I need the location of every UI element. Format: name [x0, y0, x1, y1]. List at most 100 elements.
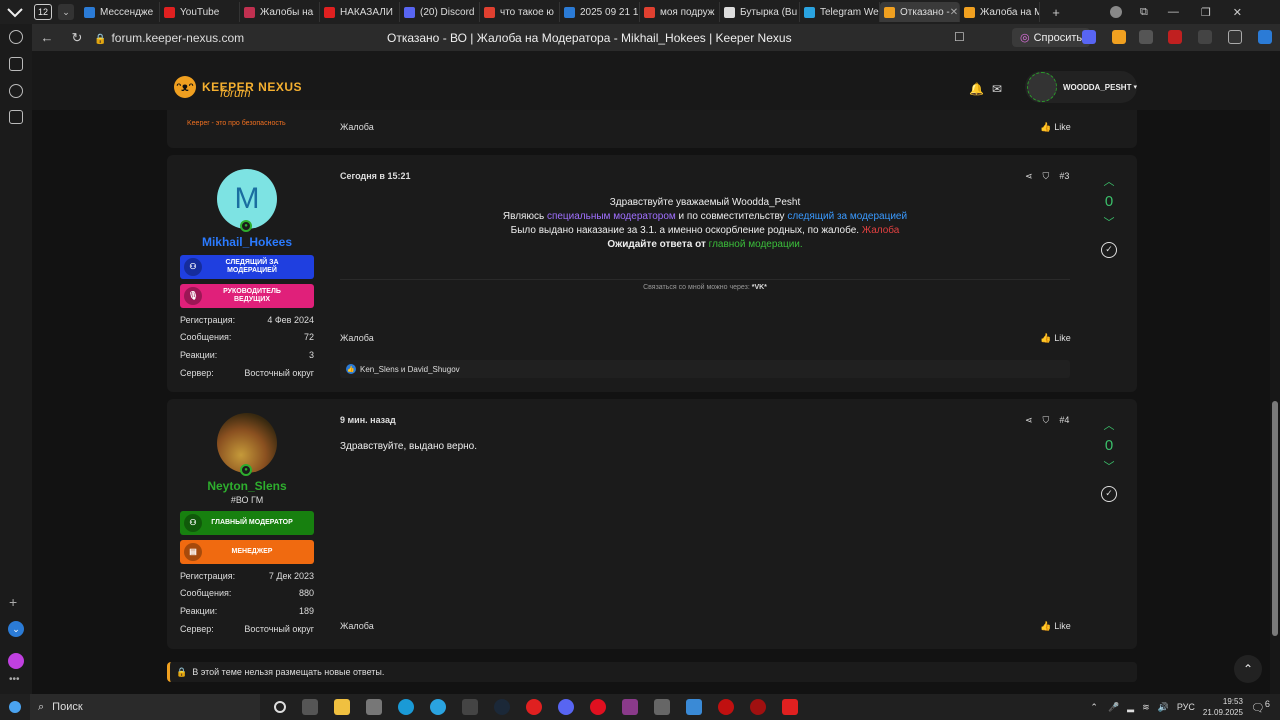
discord-icon[interactable] — [558, 699, 574, 715]
role-highlight: следящий за модерацией — [787, 211, 908, 222]
add-icon[interactable]: + — [9, 594, 17, 610]
post-date[interactable]: 9 мин. назад — [340, 415, 396, 425]
solution-check-icon[interactable]: ✓ — [1101, 242, 1117, 258]
browser-tab[interactable]: Жалобы на — [240, 2, 320, 22]
scroll-to-top-button[interactable]: ⌃ — [1234, 655, 1262, 683]
post-number[interactable]: #4 — [1059, 415, 1069, 426]
notification-icon[interactable]: 🗨6 — [1251, 699, 1270, 715]
tab-label: моя подруж — [660, 6, 715, 18]
downvote-icon[interactable]: ﹀ — [1097, 214, 1121, 230]
browser-menu-icon[interactable] — [0, 0, 30, 24]
extension-icon[interactable] — [1168, 30, 1182, 44]
yandex-browser-icon[interactable] — [782, 699, 798, 715]
browser-tab[interactable]: Telegram We — [800, 2, 880, 22]
url-field[interactable]: 🔒 forum.keeper-nexus.com — [94, 31, 244, 45]
page-scrollbar[interactable] — [1270, 51, 1280, 694]
chevron-down-icon[interactable]: ⌄ — [58, 4, 74, 20]
bookmark-icon[interactable]: ⛉ — [1043, 415, 1050, 426]
extension-icon[interactable] — [1139, 30, 1153, 44]
bookmark-icon[interactable]: ⛉ — [1043, 171, 1050, 182]
minimize-icon[interactable]: — — [1168, 6, 1179, 18]
bookmark-icon[interactable]: ☐ — [954, 30, 965, 44]
site-logo[interactable]: ᵔᴥᵔ KEEPER NEXUS forum — [174, 76, 302, 100]
complaint-link[interactable]: Жалоба — [862, 225, 899, 236]
browser-tab[interactable]: Жалоба на М — [960, 2, 1040, 22]
post-author[interactable]: Mikhail_Hokees — [180, 235, 314, 249]
browser-tab[interactable]: Мессендже — [80, 2, 160, 22]
user-menu[interactable]: WOODDA_PESHT ▾ — [1025, 71, 1137, 103]
yandex-icon[interactable] — [526, 699, 542, 715]
mail-icon[interactable] — [366, 699, 382, 715]
downvote-icon[interactable]: ﹀ — [1097, 458, 1121, 474]
new-tab-button[interactable]: + — [1046, 3, 1066, 21]
browser-tab[interactable]: Отказано - ✕ — [880, 2, 960, 22]
cortana-icon[interactable] — [274, 701, 286, 713]
edge-icon[interactable] — [398, 699, 414, 715]
volume-icon[interactable]: 🔊 — [1158, 702, 1169, 713]
more-icon[interactable]: ••• — [9, 674, 20, 685]
share-icon[interactable]: ⋖ — [1025, 171, 1033, 182]
scrollbar-thumb[interactable] — [1272, 401, 1278, 636]
browser-tab[interactable]: моя подруж — [640, 2, 720, 22]
task-view-icon[interactable] — [302, 699, 318, 715]
calculator-icon[interactable] — [654, 699, 670, 715]
language-indicator[interactable]: РУС — [1177, 702, 1195, 712]
reload-icon[interactable]: ↻ — [66, 30, 88, 46]
snip-icon[interactable] — [686, 699, 702, 715]
like-button[interactable]: 👍 Like — [1040, 621, 1071, 632]
stat-registration: Регистрация: 7 Дек 2023 — [180, 571, 314, 581]
taskbar-clock[interactable]: 19:53 21.09.2025 — [1203, 696, 1243, 718]
game-icon[interactable] — [718, 699, 734, 715]
post-date[interactable]: Сегодня в 15:21 — [340, 171, 410, 181]
folder-icon[interactable] — [334, 699, 350, 715]
ie-icon[interactable] — [430, 699, 446, 715]
game-icon[interactable] — [750, 699, 766, 715]
solution-check-icon[interactable]: ✓ — [1101, 486, 1117, 502]
discord-extension-icon[interactable] — [1082, 30, 1096, 44]
tab-counter-icon[interactable] — [9, 110, 23, 124]
close-icon[interactable]: ✕ — [1233, 6, 1242, 19]
windows-start-icon[interactable] — [0, 694, 30, 720]
browser-tab[interactable]: НАКАЗАЛИ — [320, 2, 400, 22]
like-button[interactable]: 👍 Like — [1040, 333, 1071, 344]
chevron-up-icon[interactable]: ⌃ — [1090, 702, 1098, 713]
winrar-icon[interactable] — [622, 699, 638, 715]
bell-icon[interactable]: 🔔 — [969, 82, 984, 96]
browser-tab[interactable]: (20) Discord — [400, 2, 480, 22]
upvote-icon[interactable]: ︿ — [1097, 417, 1121, 433]
opera-icon[interactable] — [590, 699, 606, 715]
history-icon[interactable] — [9, 84, 23, 98]
like-button[interactable]: 👍 Like — [1040, 122, 1071, 133]
network-icon[interactable]: ▂ — [1127, 702, 1134, 713]
ask-button[interactable]: ◎ Спросить — [1012, 28, 1091, 47]
alice-icon[interactable] — [8, 653, 24, 669]
share-icon[interactable]: ⋖ — [1025, 415, 1033, 426]
browser-tab[interactable]: что такое ю — [480, 2, 560, 22]
wifi-icon[interactable]: ≋ — [1142, 702, 1150, 713]
back-icon[interactable]: ← — [36, 30, 58, 45]
extension-icon[interactable] — [1258, 30, 1272, 44]
mail-icon[interactable]: ✉ — [992, 82, 1002, 96]
store-icon[interactable] — [462, 699, 478, 715]
tabs-icon[interactable]: ⧉ — [1140, 6, 1148, 19]
extension-icon[interactable] — [1198, 30, 1212, 44]
tab-close-icon[interactable]: ✕ — [950, 7, 958, 18]
downloads-icon[interactable] — [1228, 30, 1242, 44]
chevron-down-icon[interactable]: ⌄ — [8, 621, 24, 637]
upvote-icon[interactable]: ︿ — [1097, 173, 1121, 189]
browser-tab[interactable]: Бутырка (Bu — [720, 2, 800, 22]
profile-icon[interactable] — [1110, 6, 1122, 18]
tab-counter[interactable]: 12 — [34, 4, 52, 20]
mic-icon[interactable]: 🎤 — [1108, 702, 1119, 713]
browser-tab[interactable]: YouTube — [160, 2, 240, 22]
post-author[interactable]: Neyton_Slens — [180, 479, 314, 493]
browser-tab[interactable]: 2025 09 21 1 — [560, 2, 640, 22]
taskbar-search[interactable]: ⌕ Поиск — [30, 694, 260, 720]
restore-icon[interactable]: ❐ — [1201, 6, 1211, 19]
play-icon[interactable] — [9, 30, 23, 44]
extension-icon[interactable] — [1112, 30, 1126, 44]
reactions-bar[interactable]: 👍 Ken_Slens и David_Shugov — [340, 360, 1070, 378]
steam-icon[interactable] — [494, 699, 510, 715]
post-number[interactable]: #3 — [1059, 171, 1069, 182]
screenshot-icon[interactable] — [9, 57, 23, 71]
